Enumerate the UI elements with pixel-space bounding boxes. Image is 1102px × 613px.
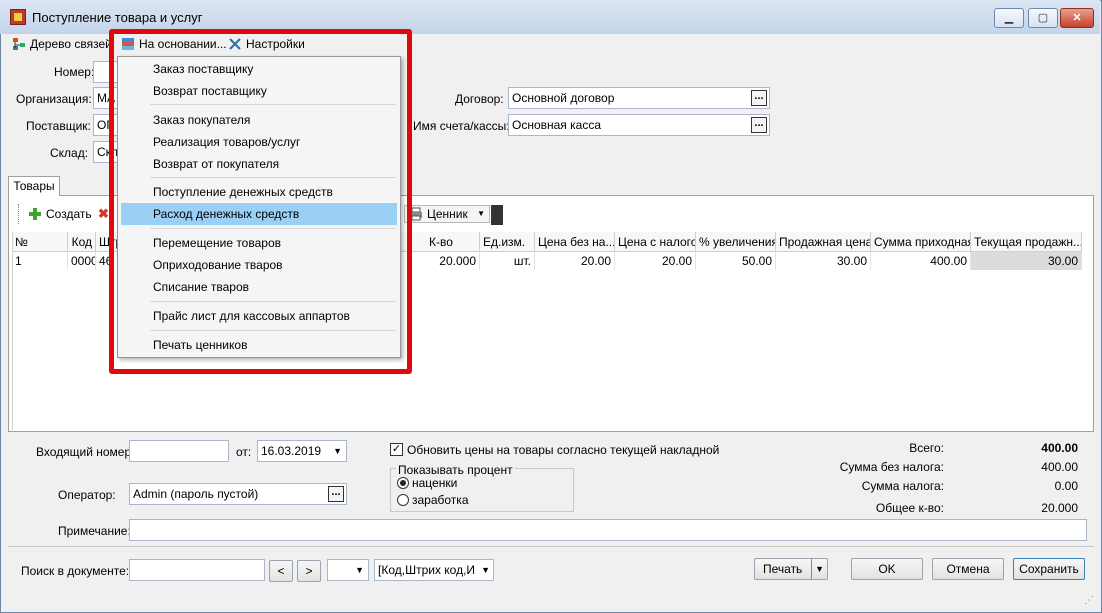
- contract-select-button[interactable]: ...: [751, 90, 767, 106]
- number-label: Номер:: [54, 65, 95, 79]
- date-picker[interactable]: 16.03.2019 ▼: [257, 440, 347, 462]
- print-label: Печать: [763, 562, 803, 576]
- price-tag-label: Ценник: [427, 207, 468, 221]
- incoming-number-label: Входящий номер:: [36, 445, 135, 459]
- warehouse-label: Склад:: [50, 146, 89, 160]
- col-current-sale[interactable]: Текущая продажн...: [971, 232, 1082, 252]
- col-price-no-tax[interactable]: Цена без на...: [535, 232, 615, 252]
- no-tax-value: 400.00: [1041, 460, 1078, 474]
- total-label: Всего:: [909, 441, 944, 455]
- note-label: Примечание:: [58, 524, 131, 538]
- table-cell: 20.00: [535, 252, 615, 270]
- col-unit[interactable]: Ед.изм.: [480, 232, 535, 252]
- col-number[interactable]: №: [12, 232, 68, 252]
- window-title: Поступление товара и услуг: [32, 10, 203, 25]
- markup-radio[interactable]: [397, 477, 409, 489]
- toolbar-overflow-button[interactable]: [491, 205, 503, 225]
- incoming-number-field[interactable]: [129, 440, 229, 462]
- table-cell: 1: [12, 252, 68, 270]
- tax-label: Сумма налога:: [861, 479, 944, 493]
- search-fields-select[interactable]: [Код,Штрих код,И ▼: [374, 559, 494, 581]
- contract-field[interactable]: Основной договор: [508, 87, 770, 109]
- resize-grip-icon[interactable]: ⋰: [1084, 596, 1096, 608]
- operator-field[interactable]: Admin (пароль пустой): [129, 483, 347, 505]
- save-button[interactable]: Сохранить: [1013, 558, 1085, 580]
- plus-icon: [28, 207, 42, 221]
- chevron-down-icon: ▼: [333, 446, 342, 456]
- search-fields-value: [Код,Штрих код,И: [378, 563, 476, 577]
- note-field[interactable]: [129, 519, 1087, 541]
- minimize-button[interactable]: ▁: [994, 8, 1024, 28]
- qty-value: 20.000: [1041, 501, 1078, 515]
- delete-icon[interactable]: ✖: [98, 207, 109, 220]
- chevron-down-icon: ▼: [355, 565, 364, 575]
- col-code[interactable]: Код: [68, 232, 96, 252]
- tree-label: Дерево связей: [30, 37, 112, 51]
- table-cell: 400.00: [871, 252, 971, 270]
- org-label: Организация:: [16, 92, 92, 106]
- table-cell: 30.00: [776, 252, 871, 270]
- search-prev-button[interactable]: <: [269, 560, 293, 582]
- price-tag-dropdown[interactable]: Ценник ▼: [404, 205, 490, 223]
- close-button[interactable]: ✕: [1060, 8, 1094, 28]
- table-cell: 20.000: [426, 252, 480, 270]
- col-incoming-sum[interactable]: Сумма приходная: [871, 232, 971, 252]
- tab-goods[interactable]: Товары: [8, 176, 60, 196]
- chevron-down-icon: ▼: [481, 560, 490, 580]
- table-cell: 50.00: [696, 252, 776, 270]
- profit-label: заработка: [412, 493, 469, 507]
- create-label: Создать: [46, 207, 92, 221]
- account-field[interactable]: Основная касса: [508, 114, 770, 136]
- from-label: от:: [236, 445, 252, 459]
- cancel-button[interactable]: Отмена: [932, 558, 1004, 580]
- document-icon: [10, 9, 26, 25]
- tree-button[interactable]: Дерево связей: [12, 35, 112, 53]
- maximize-button[interactable]: ▢: [1028, 8, 1058, 28]
- ok-button[interactable]: OK: [851, 558, 923, 580]
- table-cell: 30.00: [971, 252, 1082, 270]
- no-tax-label: Сумма без налога:: [839, 460, 944, 474]
- tree-icon: [12, 37, 26, 51]
- table-cell: шт.: [480, 252, 535, 270]
- table-cell: 00001: [68, 252, 96, 270]
- update-prices-checkbox[interactable]: ✓: [390, 443, 403, 456]
- total-value: 400.00: [1041, 441, 1078, 455]
- col-increase-percent[interactable]: % увеличения: [696, 232, 776, 252]
- chevron-down-icon: ▼: [477, 209, 485, 218]
- supplier-label: Поставщик:: [26, 119, 91, 133]
- account-select-button[interactable]: ...: [751, 117, 767, 133]
- profit-radio[interactable]: [397, 494, 409, 506]
- create-button[interactable]: Создать: [28, 205, 92, 223]
- highlight-annotation: [109, 29, 412, 374]
- table-cell: 20.00: [615, 252, 696, 270]
- search-label: Поиск в документе:: [21, 564, 130, 578]
- chevron-down-icon: ▼: [811, 559, 824, 579]
- date-value: 16.03.2019: [261, 444, 322, 458]
- toolbar-grip: [18, 204, 20, 224]
- operator-label: Оператор:: [58, 488, 116, 502]
- update-prices-label: Обновить цены на товары согласно текущей…: [407, 443, 720, 457]
- qty-label: Общее к-во:: [875, 501, 944, 515]
- contract-label: Договор:: [455, 92, 504, 106]
- print-button[interactable]: Печать ▼: [754, 558, 828, 580]
- markup-label: наценки: [412, 476, 458, 490]
- operator-select-button[interactable]: ...: [328, 486, 344, 502]
- search-input[interactable]: [129, 559, 265, 581]
- tax-value: 0.00: [1054, 479, 1078, 493]
- search-mode-select[interactable]: ▼: [327, 559, 369, 581]
- col-price-with-tax[interactable]: Цена с налогом: [615, 232, 696, 252]
- col-qty[interactable]: К-во: [426, 232, 480, 252]
- show-percent-label: Показывать процент: [396, 463, 515, 477]
- account-label: Имя счета/кассы:: [413, 119, 510, 133]
- col-sale-price[interactable]: Продажная цена: [776, 232, 871, 252]
- footer-divider: [8, 546, 1094, 547]
- search-next-button[interactable]: >: [297, 560, 321, 582]
